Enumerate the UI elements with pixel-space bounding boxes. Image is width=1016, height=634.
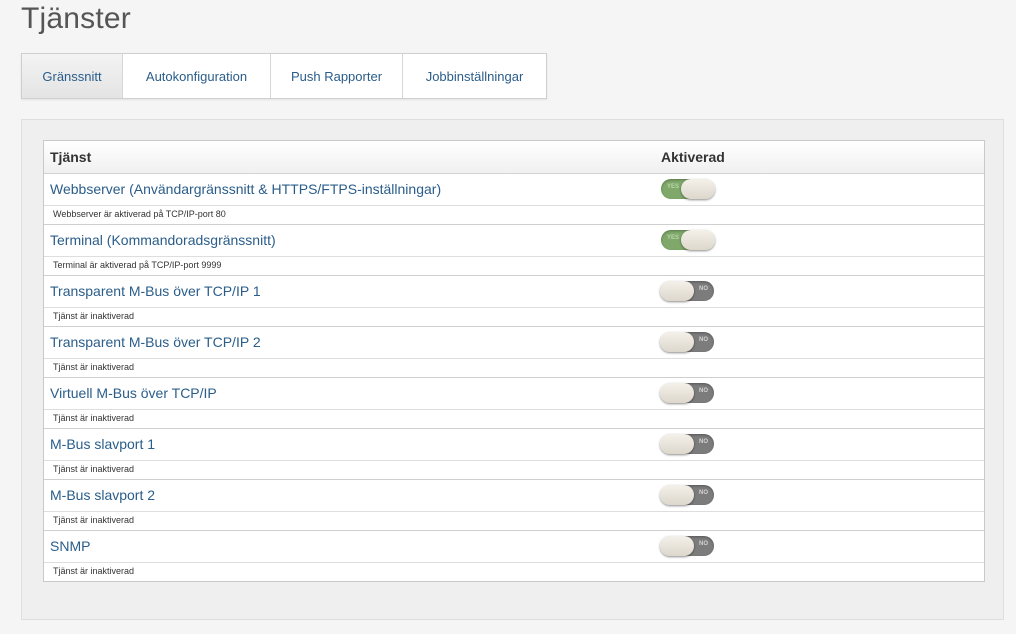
toggle-knob[interactable] <box>681 230 715 250</box>
services-table: Tjänst Aktiverad Webbserver (Användargrä… <box>43 140 985 582</box>
table-header: Tjänst Aktiverad <box>44 141 984 174</box>
service-toggle[interactable]: NO <box>660 536 714 556</box>
table-row: Terminal (Kommandoradsgränssnitt) YES <box>44 225 984 257</box>
toggle-knob[interactable] <box>660 536 694 556</box>
table-row: Virtuell M-Bus över TCP/IP NO <box>44 378 984 410</box>
toggle-state-label: NO <box>699 541 708 547</box>
service-name[interactable]: Transparent M-Bus över TCP/IP 2 <box>50 334 261 350</box>
service-status-row: Webbserver är aktiverad på TCP/IP-port 8… <box>44 206 984 225</box>
page-title: Tjänster <box>21 2 131 35</box>
toggle-knob[interactable] <box>660 383 694 403</box>
toggle-state-label: NO <box>699 490 708 496</box>
tab-bar: Gränssnitt Autokonfiguration Push Rappor… <box>21 53 547 99</box>
service-toggle[interactable]: YES <box>661 179 715 199</box>
toggle-knob[interactable] <box>660 281 694 301</box>
tab-autokonfiguration[interactable]: Autokonfiguration <box>123 54 271 98</box>
service-status-text: Webbserver är aktiverad på TCP/IP-port 8… <box>53 209 226 219</box>
tab-push-rapporter[interactable]: Push Rapporter <box>271 54 403 98</box>
service-status-row: Tjänst är inaktiverad <box>44 308 984 327</box>
service-status-row: Tjänst är inaktiverad <box>44 461 984 480</box>
service-status-text: Tjänst är inaktiverad <box>53 413 135 423</box>
toggle-state-label: NO <box>699 286 708 292</box>
service-toggle[interactable]: YES <box>661 230 715 250</box>
toggle-state-label: NO <box>699 337 708 343</box>
toggle-knob[interactable] <box>660 332 694 352</box>
services-panel: Tjänst Aktiverad Webbserver (Användargrä… <box>21 119 1004 620</box>
service-name[interactable]: Terminal (Kommandoradsgränssnitt) <box>50 232 276 248</box>
service-toggle[interactable]: NO <box>660 485 714 505</box>
table-row: Transparent M-Bus över TCP/IP 1 NO <box>44 276 984 308</box>
service-name[interactable]: M-Bus slavport 2 <box>50 487 155 503</box>
service-status-text: Tjänst är inaktiverad <box>53 362 135 372</box>
service-name[interactable]: Transparent M-Bus över TCP/IP 1 <box>50 283 261 299</box>
service-name[interactable]: Virtuell M-Bus över TCP/IP <box>50 385 217 401</box>
service-toggle[interactable]: NO <box>660 281 714 301</box>
service-toggle[interactable]: NO <box>660 434 714 454</box>
service-status-row: Tjänst är inaktiverad <box>44 410 984 429</box>
table-row: Webbserver (Användargränssnitt & HTTPS/F… <box>44 174 984 206</box>
service-status-row: Tjänst är inaktiverad <box>44 359 984 378</box>
toggle-state-label: YES <box>667 184 680 190</box>
service-name[interactable]: M-Bus slavport 1 <box>50 436 155 452</box>
service-status-text: Tjänst är inaktiverad <box>53 311 135 321</box>
column-header-enabled: Aktiverad <box>661 149 725 165</box>
table-row: M-Bus slavport 1 NO <box>44 429 984 461</box>
service-status-row: Terminal är aktiverad på TCP/IP-port 999… <box>44 257 984 276</box>
service-status-row: Tjänst är inaktiverad <box>44 563 984 581</box>
toggle-state-label: NO <box>699 388 708 394</box>
service-toggle[interactable]: NO <box>660 383 714 403</box>
table-row: Transparent M-Bus över TCP/IP 2 NO <box>44 327 984 359</box>
toggle-knob[interactable] <box>681 179 715 199</box>
service-toggle[interactable]: NO <box>660 332 714 352</box>
tab-jobbinstallningar[interactable]: Jobbinställningar <box>403 54 546 98</box>
service-status-row: Tjänst är inaktiverad <box>44 512 984 531</box>
toggle-knob[interactable] <box>660 434 694 454</box>
table-row: M-Bus slavport 2 NO <box>44 480 984 512</box>
service-name[interactable]: SNMP <box>50 538 90 554</box>
toggle-state-label: YES <box>667 235 680 241</box>
service-name[interactable]: Webbserver (Användargränssnitt & HTTPS/F… <box>50 181 441 197</box>
tab-granssnitt[interactable]: Gränssnitt <box>22 54 123 98</box>
service-status-text: Tjänst är inaktiverad <box>53 464 135 474</box>
table-row: SNMP NO <box>44 531 984 563</box>
column-header-service: Tjänst <box>50 149 92 165</box>
service-status-text: Terminal är aktiverad på TCP/IP-port 999… <box>53 260 222 270</box>
toggle-state-label: NO <box>699 439 708 445</box>
service-status-text: Tjänst är inaktiverad <box>53 566 135 576</box>
table-body: Webbserver (Användargränssnitt & HTTPS/F… <box>44 174 984 581</box>
toggle-knob[interactable] <box>660 485 694 505</box>
service-status-text: Tjänst är inaktiverad <box>53 515 135 525</box>
